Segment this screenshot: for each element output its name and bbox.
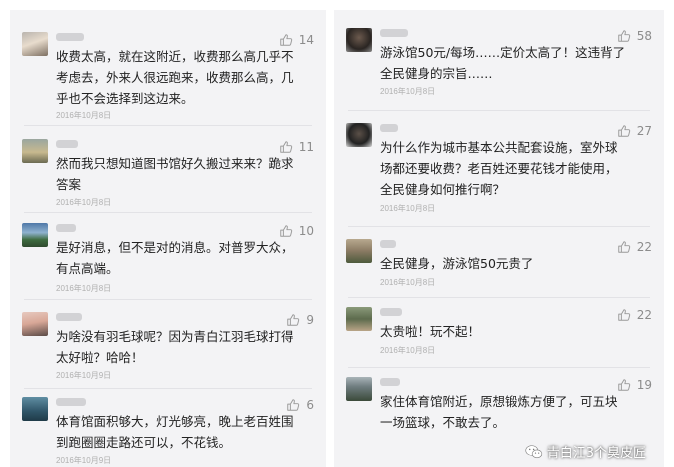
- comment-column-left: 14 收费太高，就在这附近，收费那么高几乎不 考虑去，外来人很远跑来，收费那么高…: [10, 10, 326, 467]
- comment-text: 是好消息，但不是对的消息。对普罗大众， 有点高端。: [56, 240, 294, 276]
- avatar[interactable]: [346, 377, 372, 401]
- avatar[interactable]: [22, 32, 48, 56]
- like-count: 11: [298, 140, 314, 154]
- divider: [348, 110, 650, 111]
- comment-column-right: 58 游泳馆50元/每场……定价太高了！这违背了 全民健身的宗旨…… 2016年…: [334, 10, 664, 467]
- like-count: 58: [636, 29, 652, 43]
- like-button[interactable]: 19: [617, 377, 652, 393]
- thumb-up-icon: [617, 30, 630, 42]
- like-button[interactable]: 22: [617, 239, 652, 255]
- comment-date: 2016年10月8日: [380, 346, 436, 355]
- like-count: 14: [298, 33, 314, 47]
- divider: [24, 388, 312, 389]
- avatar[interactable]: [346, 123, 372, 147]
- like-count: 22: [636, 240, 652, 254]
- username-redacted: [56, 398, 86, 406]
- username-redacted: [56, 313, 82, 321]
- comment-date: 2016年10月8日: [380, 87, 436, 96]
- like-button[interactable]: 22: [617, 307, 652, 323]
- thumb-up-icon: [279, 141, 292, 153]
- thumb-up-icon: [287, 314, 300, 326]
- like-count: 6: [306, 398, 314, 412]
- comment-text: 为啥没有羽毛球呢？因为青白江羽毛球打得 太好啦？哈哈！: [56, 329, 294, 365]
- comment-text: 然而我只想知道图书馆好久搬过来来？跪求 答案: [56, 156, 294, 192]
- like-count: 19: [636, 378, 652, 392]
- like-count: 9: [306, 313, 314, 327]
- username-redacted: [380, 29, 408, 37]
- comment-text: 收费太高，就在这附近，收费那么高几乎不 考虑去，外来人很远跑来，收费那么高，几 …: [56, 49, 294, 106]
- comment-date: 2016年10月8日: [56, 111, 112, 120]
- like-count: 27: [636, 124, 652, 138]
- thumb-up-icon: [617, 379, 630, 391]
- wechat-icon: [525, 444, 542, 458]
- username-redacted: [380, 378, 400, 386]
- comment-date: 2016年10月8日: [56, 198, 112, 207]
- username-redacted: [380, 124, 398, 132]
- username-redacted: [56, 33, 84, 41]
- divider: [348, 226, 650, 227]
- divider: [348, 367, 650, 368]
- avatar[interactable]: [22, 223, 48, 247]
- thumb-up-icon: [287, 399, 300, 411]
- thumb-up-icon: [617, 125, 630, 137]
- username-redacted: [56, 140, 78, 148]
- comment-date: 2016年10月8日: [380, 278, 436, 287]
- username-redacted: [380, 308, 402, 316]
- thumb-up-icon: [279, 225, 292, 237]
- comment-date: 2016年10月9日: [56, 371, 112, 380]
- avatar[interactable]: [346, 239, 372, 263]
- thumb-up-icon: [617, 241, 630, 253]
- watermark-text: 青白江3个臭皮匠: [546, 446, 646, 461]
- divider: [24, 125, 312, 126]
- thumb-up-icon: [617, 309, 630, 321]
- divider: [24, 299, 312, 300]
- comment-text: 为什么作为城市基本公共配套设施，室外球 场都还要收费？老百姓还要花钱才能使用， …: [380, 140, 618, 197]
- comment-text: 太贵啦！玩不起！: [380, 324, 481, 339]
- comment-text: 家住体育馆附近，原想锻炼方便了，可五块 一场篮球，不敢去了。: [380, 394, 618, 430]
- avatar[interactable]: [22, 312, 48, 336]
- username-redacted: [56, 224, 76, 232]
- thumb-up-icon: [279, 34, 292, 46]
- avatar[interactable]: [22, 397, 48, 421]
- watermark: 青白江3个臭皮匠: [525, 442, 646, 461]
- comment-date: 2016年10月9日: [56, 456, 112, 465]
- comment-text: 体育馆面积够大，灯光够亮，晚上老百姓围 到跑圈圈走路还可以，不花钱。: [56, 414, 294, 450]
- divider: [24, 212, 312, 213]
- divider: [348, 297, 650, 298]
- like-count: 22: [636, 308, 652, 322]
- like-button[interactable]: 27: [617, 123, 652, 139]
- username-redacted: [380, 240, 396, 248]
- avatar[interactable]: [22, 139, 48, 163]
- comment-date: 2016年10月8日: [380, 204, 436, 213]
- like-count: 10: [298, 224, 314, 238]
- comment-text: 游泳馆50元/每场……定价太高了！这违背了 全民健身的宗旨……: [380, 45, 626, 81]
- comment-date: 2016年10月8日: [56, 284, 112, 293]
- comment-text: 全民健身，游泳馆50元贵了: [380, 256, 534, 271]
- avatar[interactable]: [346, 307, 372, 331]
- avatar[interactable]: [346, 28, 372, 52]
